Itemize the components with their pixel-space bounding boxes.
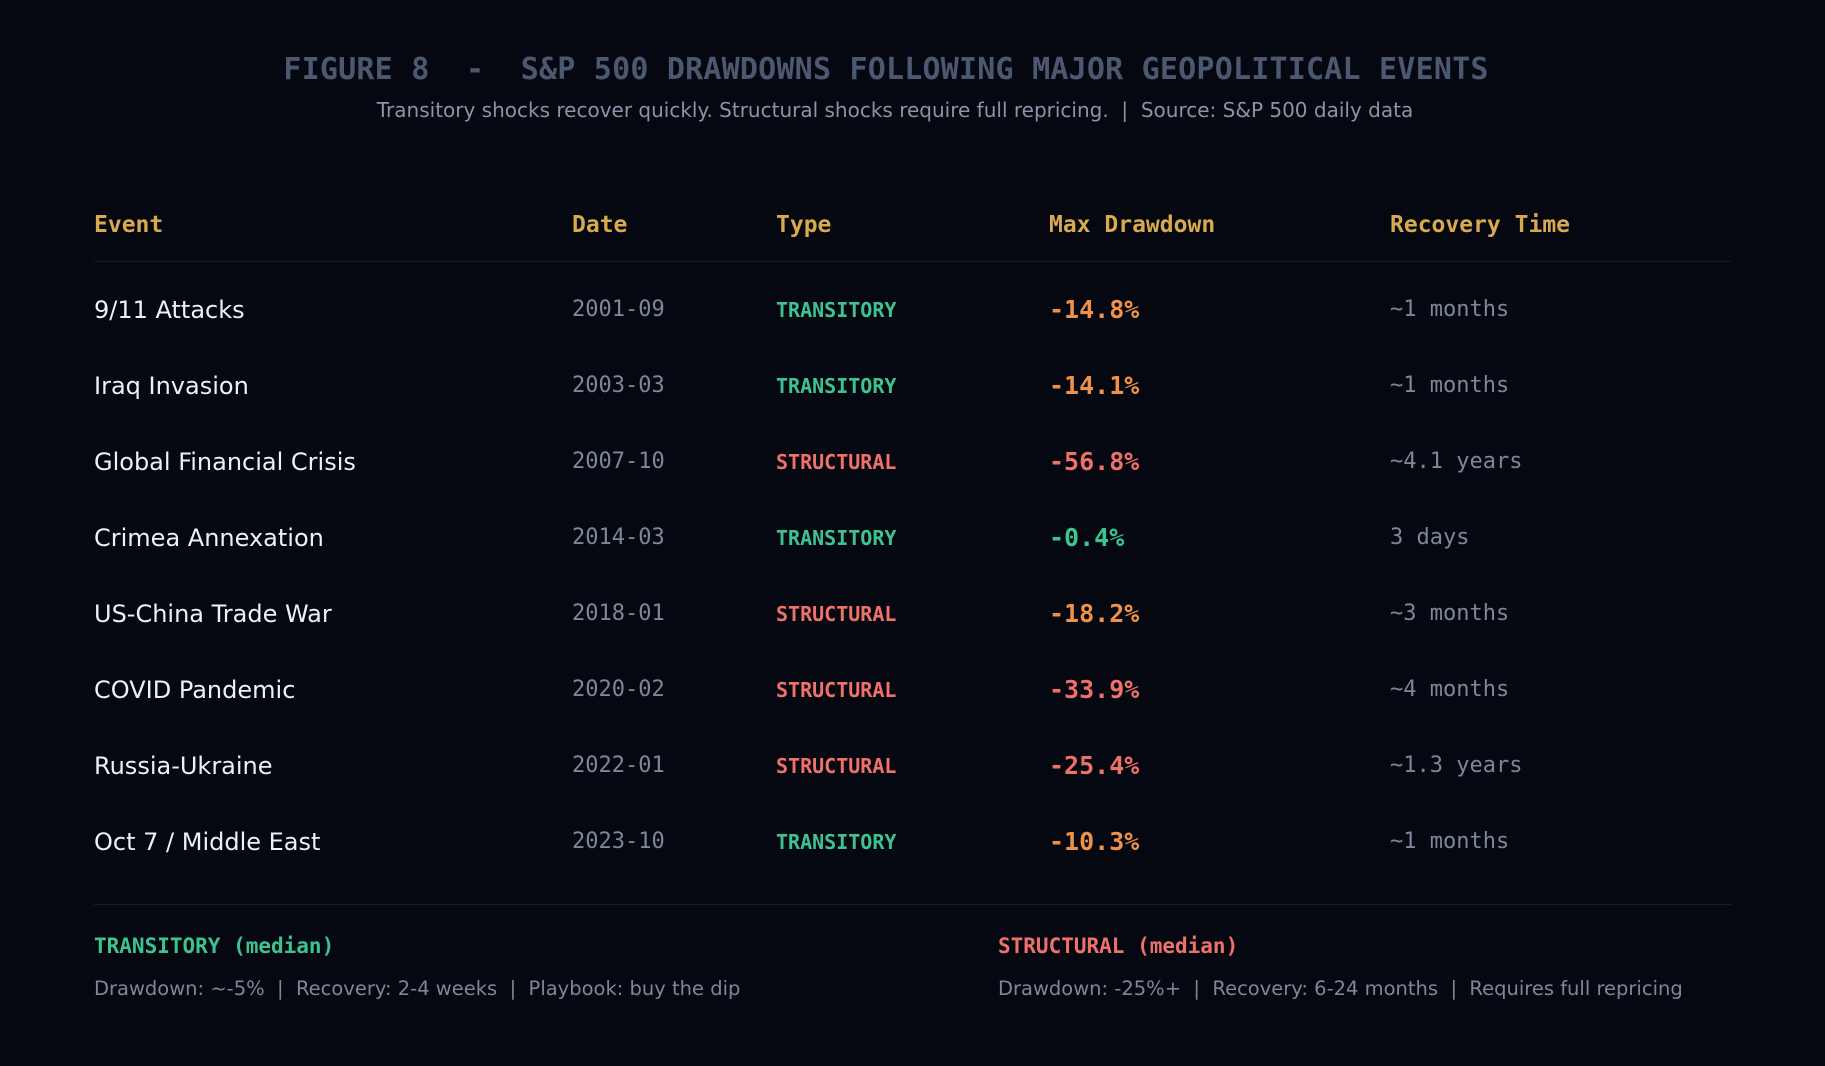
event-type: TRANSITORY [776,830,897,854]
event-date: 2003-03 [572,373,665,398]
event-type: STRUCTURAL [776,678,897,702]
table-row: Russia-Ukraine 2022-01 STRUCTURAL -25.4% ~1.… [0,746,1825,822]
table-row: Crimea Annexation 2014-03 TRANSITORY -0.4% 3… [0,518,1825,594]
event-name: Oct 7 / Middle East [94,828,321,856]
table-row: COVID Pandemic 2020-02 STRUCTURAL -33.9% ~4 … [0,670,1825,746]
table-row: US-China Trade War 2018-01 STRUCTURAL -18.2… [0,594,1825,670]
table-row: Oct 7 / Middle East 2023-10 TRANSITORY -10.… [0,822,1825,898]
recovery-time: ~1.3 years [1390,753,1523,778]
event-type: TRANSITORY [776,526,897,550]
recovery-time: ~1 months [1390,829,1510,854]
recovery-time: 3 days [1390,525,1470,550]
max-drawdown: -14.8% [1049,295,1140,324]
figure-subtitle: Transitory shocks recover quickly. Struc… [376,98,1414,122]
max-drawdown: -0.4% [1049,523,1125,552]
event-date: 2018-01 [572,601,665,626]
event-date: 2001-09 [572,297,665,322]
event-name: 9/11 Attacks [94,296,245,324]
legend-structural: STRUCTURAL (median) Drawdown: -25%+ | Re… [998,934,1683,1000]
header-divider [94,261,1731,262]
column-header-date: Date [572,212,628,238]
table-body: 9/11 Attacks 2001-09 TRANSITORY -14.8% ~1 mo… [0,290,1825,898]
legend-transitory: TRANSITORY (median) Drawdown: ~-5% | Rec… [94,934,740,1000]
max-drawdown: -14.1% [1049,371,1140,400]
table-row: 9/11 Attacks 2001-09 TRANSITORY -14.8% ~1 mo… [0,290,1825,366]
event-name: Iraq Invasion [94,372,249,400]
column-header-recovery-time: Recovery Time [1390,212,1571,238]
column-header-type: Type [776,212,832,238]
event-name: US-China Trade War [94,600,332,628]
event-date: 2023-10 [572,829,665,854]
recovery-time: ~1 months [1390,297,1510,322]
recovery-time: ~3 months [1390,601,1510,626]
column-header-max-drawdown: Max Drawdown [1049,212,1216,238]
event-type: TRANSITORY [776,298,897,322]
legend-structural-description: Drawdown: -25%+ | Recovery: 6-24 months … [998,977,1683,1000]
event-date: 2007-10 [572,449,665,474]
footer-divider [94,904,1731,905]
max-drawdown: -33.9% [1049,675,1140,704]
legend-transitory-description: Drawdown: ~-5% | Recovery: 2-4 weeks | P… [94,977,741,1000]
legend-structural-title: STRUCTURAL (median) [998,934,1239,958]
event-name: COVID Pandemic [94,676,296,704]
table-header: Event Date Type Max Drawdown Recovery Ti… [0,212,1825,242]
column-header-event: Event [94,212,164,238]
max-drawdown: -25.4% [1049,751,1140,780]
event-name: Crimea Annexation [94,524,324,552]
event-date: 2020-02 [572,677,665,702]
max-drawdown: -56.8% [1049,447,1140,476]
recovery-time: ~4 months [1390,677,1510,702]
event-name: Russia-Ukraine [94,752,273,780]
max-drawdown: -10.3% [1049,827,1140,856]
legend-transitory-title: TRANSITORY (median) [94,934,335,958]
event-date: 2022-01 [572,753,665,778]
table-row: Global Financial Crisis 2007-10 STRUCTURAL… [0,442,1825,518]
event-name: Global Financial Crisis [94,448,356,476]
event-date: 2014-03 [572,525,665,550]
event-type: STRUCTURAL [776,450,897,474]
figure-title: FIGURE 8 - S&P 500 DRAWDOWNS FOLLOWING M… [283,52,1489,87]
recovery-time: ~4.1 years [1390,449,1523,474]
max-drawdown: -18.2% [1049,599,1140,628]
event-type: TRANSITORY [776,374,897,398]
event-type: STRUCTURAL [776,602,897,626]
table-row: Iraq Invasion 2003-03 TRANSITORY -14.1% ~1 m… [0,366,1825,442]
recovery-time: ~1 months [1390,373,1510,398]
event-type: STRUCTURAL [776,754,897,778]
